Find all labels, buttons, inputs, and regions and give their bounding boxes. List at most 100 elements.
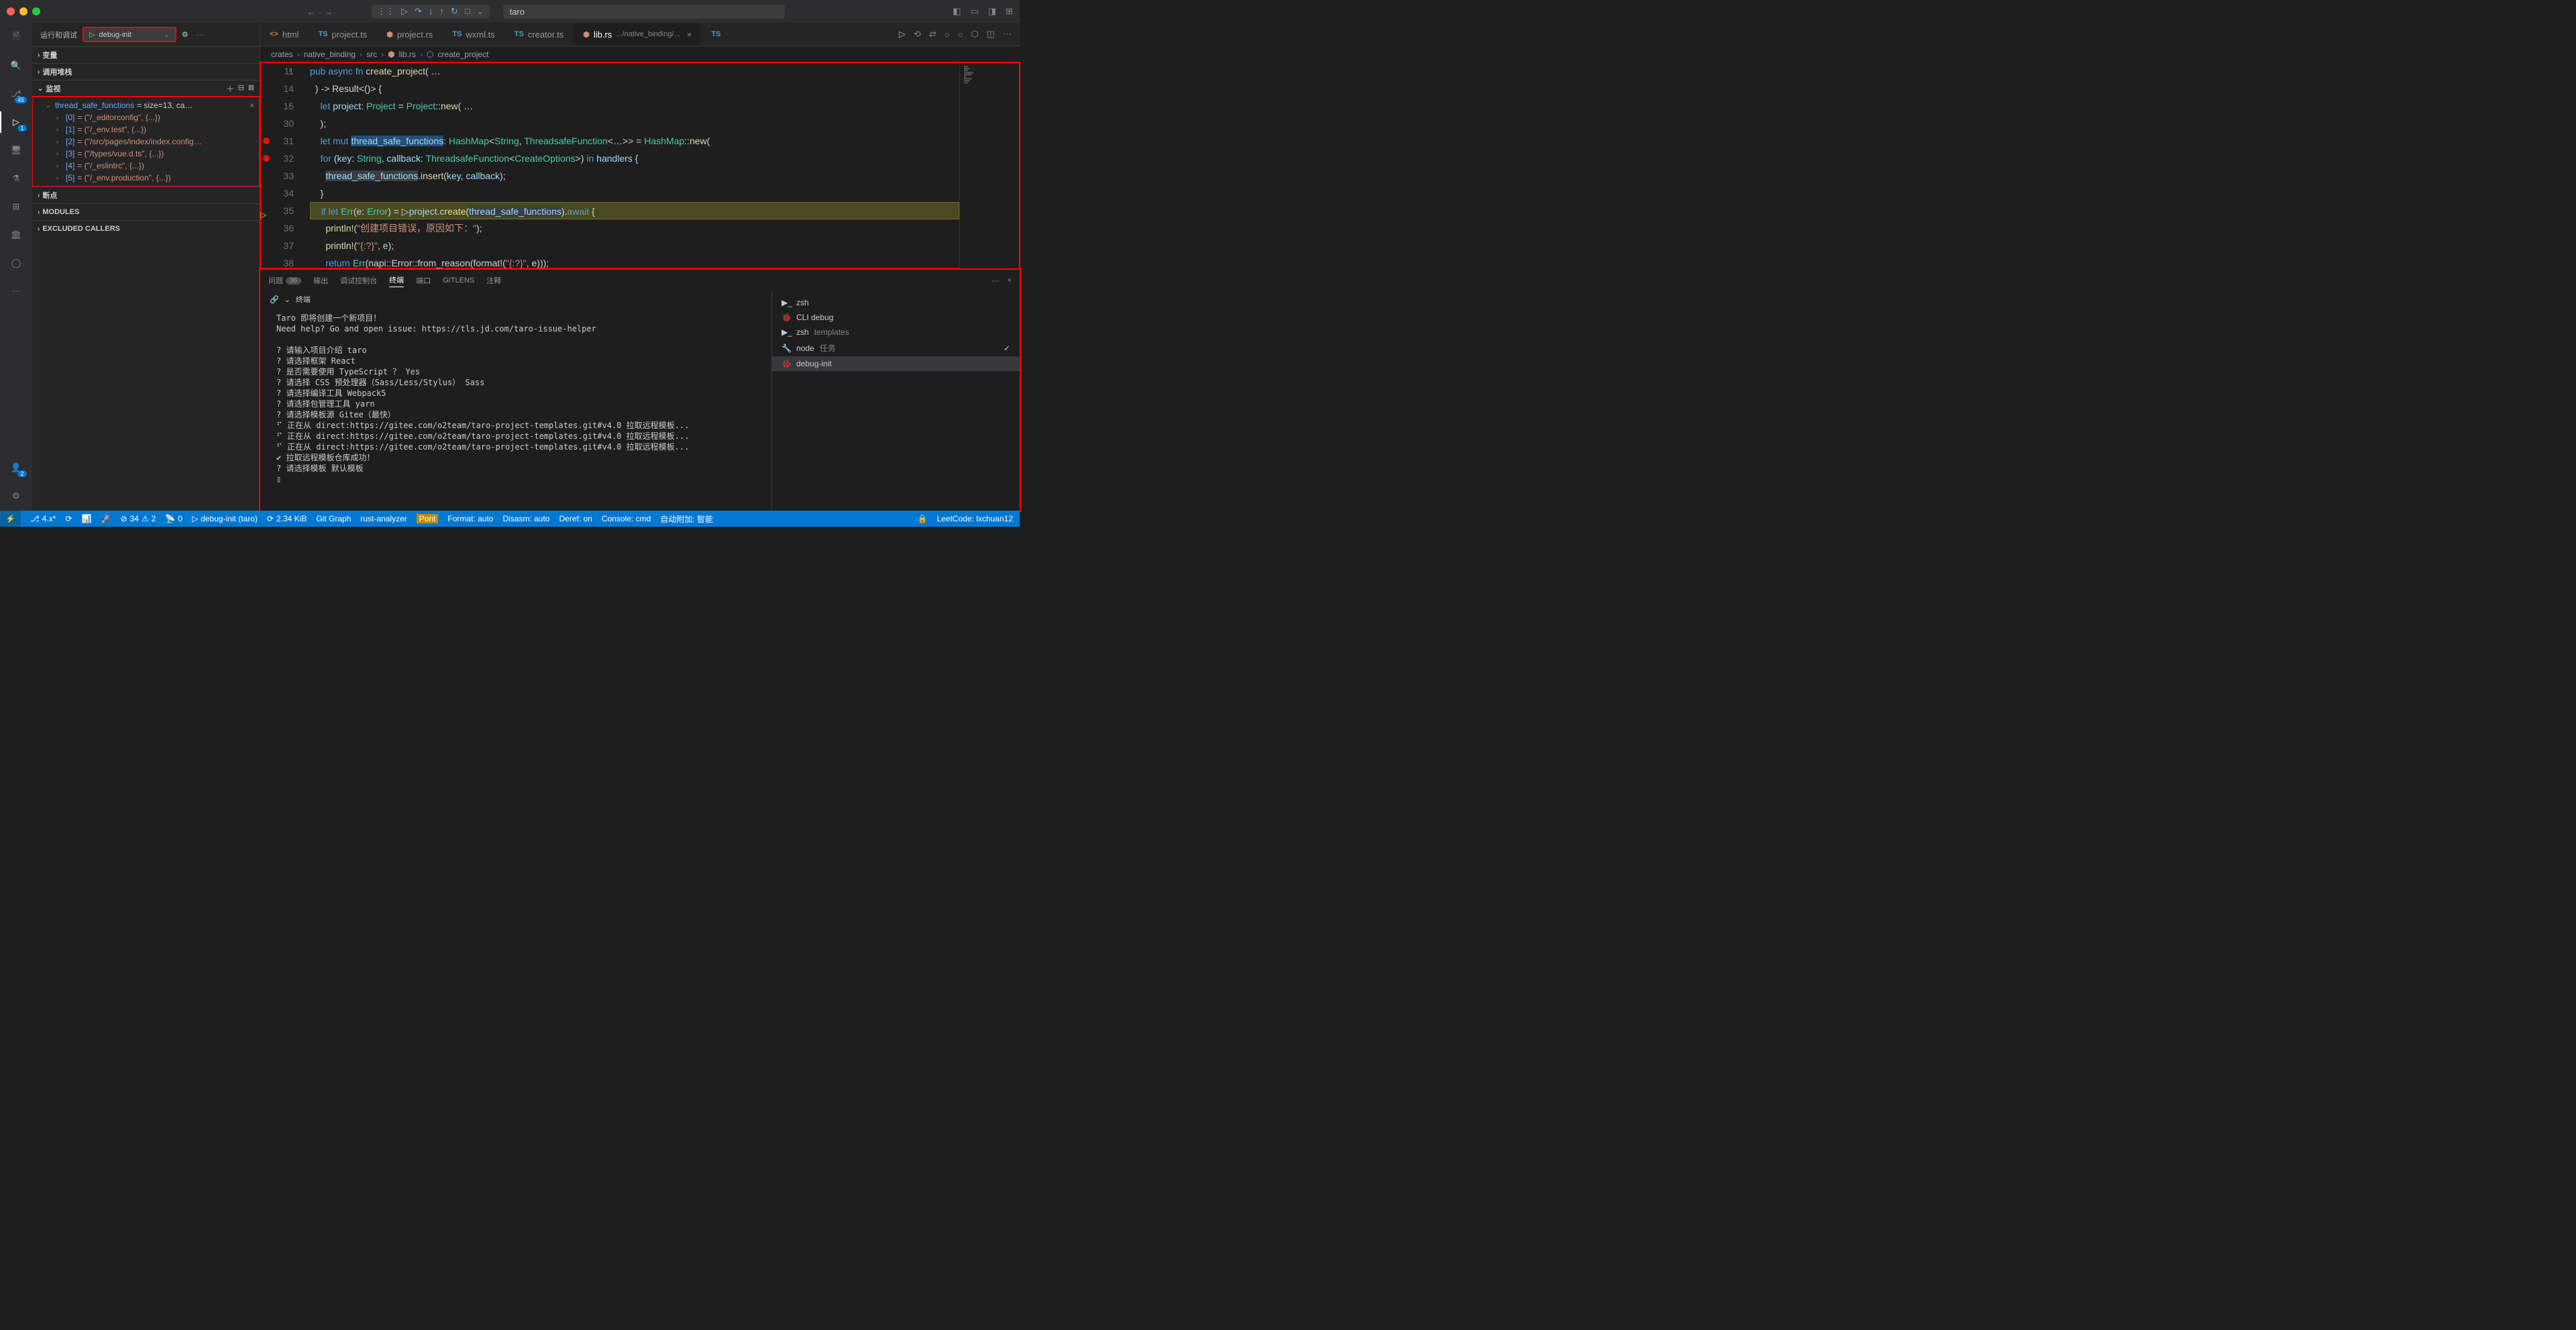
code-line[interactable]: );: [310, 115, 959, 132]
more-icon[interactable]: ⋯: [197, 30, 204, 39]
status-radio[interactable]: 📡 0: [165, 514, 182, 523]
watch-item[interactable]: ›[4] = ("/_eslintrc", {...}): [32, 160, 260, 172]
minimap[interactable]: ████████████████████████████████████████…: [959, 62, 1020, 269]
code-line[interactable]: ) -> Result<()> {: [310, 80, 959, 97]
more-icon[interactable]: ⋯: [1003, 29, 1012, 40]
tab-comments[interactable]: 注释: [486, 275, 501, 286]
status-format[interactable]: Format: auto: [447, 514, 493, 523]
collapse-all-icon[interactable]: ⊟: [238, 83, 244, 94]
explorer-icon[interactable]: 🗎: [8, 30, 24, 46]
status-console[interactable]: Console: cmd: [602, 514, 651, 523]
terminal-list-item[interactable]: 🐞debug-init: [772, 356, 1020, 371]
tab-gitlens[interactable]: GITLENS: [443, 276, 474, 285]
status-sync[interactable]: ⟳: [65, 514, 72, 523]
more-icon[interactable]: ⋯: [8, 283, 24, 299]
watch-item[interactable]: ›[2] = ("/src/pages/index/index.config…: [32, 136, 260, 148]
debug-config-selector[interactable]: ▷ debug-init ⌄: [83, 27, 176, 42]
hexagon-icon[interactable]: ⬡: [971, 29, 978, 40]
code-line[interactable]: for (key: String, callback: ThreadsafeFu…: [310, 150, 959, 167]
gear-icon[interactable]: ⚙: [182, 30, 189, 39]
code-line[interactable]: pub async fn create_project( …: [310, 62, 959, 80]
watch-root[interactable]: ⌄ thread_safe_functions = size=13, ca… ×: [32, 99, 260, 111]
section-breakpoints[interactable]: › 断点: [32, 187, 260, 203]
tab-debug-console[interactable]: 调试控制台: [340, 275, 377, 286]
code-line[interactable]: println!("创建项目错误，原因如下：");: [310, 219, 959, 237]
code-line[interactable]: println!("{:?}", e);: [310, 237, 959, 254]
status-leetcode[interactable]: LeetCode: lxchuan12: [937, 514, 1013, 523]
remove-all-icon[interactable]: ⊠: [248, 83, 254, 94]
section-modules[interactable]: › MODULES: [32, 204, 260, 220]
editor[interactable]: 11›1415›303132333435▷363738 pub async fn…: [260, 62, 1020, 269]
status-attach[interactable]: 自动附加: 智能: [660, 513, 713, 525]
terminal-header[interactable]: 🔗 ⌄ 终端: [260, 291, 771, 307]
section-excluded[interactable]: › EXCLUDED CALLERS: [32, 221, 260, 237]
layout-primary-icon[interactable]: ◧: [953, 6, 961, 17]
status-debug[interactable]: ▷ debug-init (taro): [192, 514, 258, 523]
maximize-window[interactable]: [32, 7, 40, 15]
minimize-window[interactable]: [19, 7, 28, 15]
tab-problems[interactable]: 问题36: [268, 275, 301, 286]
debug-restart-icon[interactable]: ↻: [451, 6, 458, 17]
status-branch[interactable]: ⎇ 4.x*: [30, 514, 56, 523]
tab-ports[interactable]: 端口: [416, 275, 431, 286]
debug-more-icon[interactable]: ⌄: [477, 6, 484, 17]
start-debug-icon[interactable]: ▷: [89, 30, 95, 39]
nav-fwd-icon[interactable]: →: [324, 7, 333, 17]
editor-tab[interactable]: TScreator.ts: [505, 23, 574, 46]
accounts-icon[interactable]: 👤2: [8, 460, 24, 476]
terminal-output[interactable]: Taro 即将创建一个新项目！ Need help? Go and open i…: [260, 307, 771, 511]
panel-more-icon[interactable]: ⋯: [992, 276, 1000, 285]
editor-tab[interactable]: TSwxml.ts: [443, 23, 504, 46]
terminal-list-item[interactable]: 🐞CLI debug: [772, 310, 1020, 325]
code-line[interactable]: }: [310, 185, 959, 202]
bookmarks-icon[interactable]: 🏛: [8, 227, 24, 243]
debug-continue-icon[interactable]: ▷: [401, 6, 408, 17]
layout-panel-icon[interactable]: ▭: [971, 6, 979, 17]
terminal-list-item[interactable]: ▶_zshtemplates: [772, 325, 1020, 340]
debug-icon[interactable]: ▷1: [8, 114, 24, 130]
editor-tab[interactable]: ⬢project.rs: [377, 23, 443, 46]
section-callstack[interactable]: › 调用堆栈: [32, 64, 260, 80]
terminal-list-item[interactable]: ▶_zsh: [772, 295, 1020, 310]
editor-tab[interactable]: <>html: [260, 23, 309, 46]
status-pont[interactable]: Pont: [417, 514, 439, 523]
status-disasm[interactable]: Disasm: auto: [502, 514, 549, 523]
remote-icon[interactable]: 🖥: [8, 142, 24, 158]
code-line[interactable]: thread_safe_functions.insert(key, callba…: [310, 167, 959, 185]
status-rust-analyzer[interactable]: rust-analyzer: [360, 514, 407, 523]
extensions-icon[interactable]: ⊞: [8, 199, 24, 215]
layout-secondary-icon[interactable]: ◨: [988, 6, 996, 17]
debug-step-out-icon[interactable]: ↑: [439, 6, 444, 17]
status-gitgraph[interactable]: Git Graph: [316, 514, 351, 523]
command-center[interactable]: taro: [503, 5, 785, 19]
edge-icon[interactable]: ◯: [8, 255, 24, 271]
debug-drag-icon[interactable]: ⋮⋮: [377, 6, 394, 17]
watch-item[interactable]: ›[3] = ("/types/vue.d.ts", {...}): [32, 148, 260, 160]
run-icon[interactable]: ▷: [899, 29, 906, 40]
debug-stop-icon[interactable]: □: [465, 6, 470, 17]
panel-close-icon[interactable]: ×: [1008, 276, 1012, 285]
code-line[interactable]: let mut thread_safe_functions: HashMap<S…: [310, 132, 959, 150]
breadcrumb[interactable]: crates› native_binding› src› ⬢lib.rs› ⬡c…: [260, 46, 1020, 62]
tab-output[interactable]: 输出: [313, 275, 328, 286]
testing-icon[interactable]: ⚗: [8, 170, 24, 187]
search-icon[interactable]: 🔍: [8, 58, 24, 74]
status-lock-icon[interactable]: 🔒: [918, 514, 928, 523]
go-back-icon[interactable]: ⟲: [914, 29, 921, 40]
layout-customize-icon[interactable]: ⊞: [1006, 6, 1013, 17]
status-graph-icon[interactable]: 📊: [82, 514, 92, 523]
code-line[interactable]: return Err(napi::Error::from_reason(form…: [310, 254, 959, 269]
status-errors[interactable]: ⊘ 34 ⚠ 2: [120, 514, 156, 523]
status-deref[interactable]: Deref: on: [559, 514, 592, 523]
circle-icon[interactable]: ○: [945, 30, 950, 40]
debug-step-into-icon[interactable]: ↓: [429, 6, 433, 17]
debug-step-over-icon[interactable]: ↷: [415, 6, 422, 17]
add-watch-icon[interactable]: ＋: [227, 83, 234, 94]
editor-tab[interactable]: TSproject.ts: [309, 23, 377, 46]
split-icon[interactable]: ◫: [987, 29, 995, 40]
remote-indicator[interactable]: ⚡: [0, 511, 21, 527]
close-window[interactable]: [7, 7, 15, 15]
watch-item[interactable]: ›[0] = ("/_editorconfig", {...}): [32, 111, 260, 123]
compare-icon[interactable]: ⇄: [929, 29, 936, 40]
watch-item[interactable]: ›[1] = ("/_env.test", {...}): [32, 123, 260, 136]
